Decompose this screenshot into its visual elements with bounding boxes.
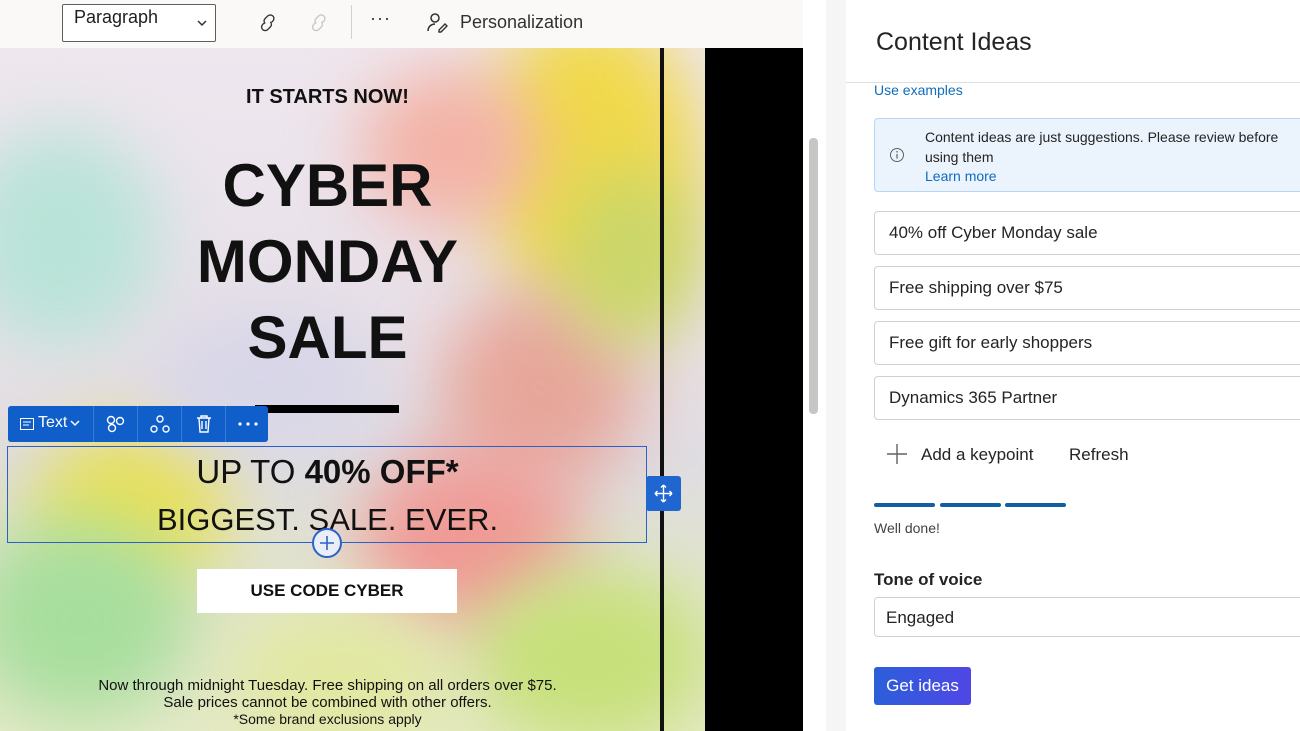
block-more-button[interactable] (225, 406, 268, 442)
progress-step-1 (874, 503, 935, 507)
info-message-text: Content ideas are just suggestions. Plea… (925, 129, 1279, 165)
personalization-button[interactable]: Personalization (460, 12, 583, 33)
keypoint-text: Free gift for early shoppers (889, 333, 1093, 352)
fine-print-line-2: Sale prices cannot be combined with othe… (163, 694, 492, 711)
paragraph-style-value: Paragraph (74, 7, 159, 27)
block-style-button[interactable] (93, 406, 137, 442)
title-underline (255, 405, 399, 413)
offer-amount: 40% OFF* (304, 453, 459, 490)
delete-block-button[interactable] (181, 406, 225, 442)
more-options-button[interactable]: ··· (370, 8, 391, 29)
offer-prefix: UP TO (196, 453, 305, 490)
text-block-toolbar: Text (8, 406, 268, 442)
tone-of-voice-select[interactable]: Engaged (874, 597, 1300, 637)
column-divider (660, 48, 664, 731)
link-icon[interactable] (255, 10, 281, 36)
get-ideas-button[interactable]: Get ideas (874, 667, 971, 705)
plus-icon (887, 444, 907, 464)
style-icon (106, 415, 125, 433)
email-editor: Paragraph ··· Personalization IT STARTS … (0, 0, 826, 731)
keypoint-input[interactable]: 40% off Cyber Monday sale (874, 211, 1300, 255)
chevron-down-icon (197, 20, 207, 27)
formatting-toolbar: Paragraph ··· Personalization (0, 0, 803, 48)
unlink-icon[interactable] (306, 10, 332, 36)
refresh-button[interactable]: Refresh (1069, 445, 1129, 465)
keypoint-input[interactable]: Free gift for early shoppers (874, 321, 1300, 365)
keypoint-text: Free shipping over $75 (889, 278, 1063, 297)
text-block-icon (20, 418, 34, 430)
add-block-button[interactable] (312, 528, 342, 558)
tone-of-voice-value: Engaged (886, 608, 955, 627)
plus-icon (320, 536, 334, 550)
promo-code-button[interactable]: USE CODE CYBER (197, 569, 457, 613)
email-title-line-2: MONDAY (196, 228, 459, 295)
more-icon (238, 422, 258, 426)
use-examples-link[interactable]: Use examples (874, 82, 963, 98)
info-icon (890, 148, 904, 162)
learn-more-link[interactable]: Learn more (925, 168, 997, 184)
email-preheader: IT STARTS NOW! (246, 86, 409, 108)
email-title-line-1: CYBER (222, 152, 433, 219)
move-block-handle[interactable] (646, 476, 681, 511)
pane-title: Content Ideas (876, 28, 1032, 56)
content-ideas-pane: Content Ideas Use examples Content ideas… (846, 0, 1300, 731)
fine-print-line-1: Now through midnight Tuesday. Free shipp… (98, 677, 557, 694)
editor-scrollbar[interactable] (809, 138, 818, 414)
personalization-icon[interactable] (426, 11, 448, 33)
move-arrows-icon (654, 484, 673, 503)
fine-print-line-3: *Some brand exclusions apply (233, 711, 422, 727)
keypoint-text: Dynamics 365 Partner (889, 388, 1058, 407)
block-type-dropdown[interactable]: Text (38, 414, 67, 432)
background-artwork (0, 48, 705, 731)
offer-headline[interactable]: UP TO 40% OFF* (0, 453, 655, 491)
pane-gutter (826, 0, 846, 731)
keypoint-input[interactable]: Dynamics 365 Partner (874, 376, 1300, 420)
keypoint-input[interactable]: Free shipping over $75 (874, 266, 1300, 310)
canvas-margin (705, 48, 803, 731)
block-group-button[interactable] (137, 406, 181, 442)
info-message-bar: Content ideas are just suggestions. Plea… (874, 118, 1300, 192)
email-title-line-3: SALE (247, 304, 408, 371)
keypoint-text: 40% off Cyber Monday sale (889, 223, 1098, 242)
group-icon (150, 415, 170, 433)
trash-icon (197, 415, 211, 433)
add-keypoint-label: Add a keypoint (921, 445, 1034, 464)
progress-message: Well done! (874, 520, 940, 536)
app-window: Paragraph ··· Personalization IT STARTS … (0, 0, 1300, 731)
progress-step-3 (1005, 503, 1066, 507)
paragraph-style-select[interactable]: Paragraph (62, 4, 216, 42)
chevron-down-icon (70, 420, 80, 427)
tone-of-voice-label: Tone of voice (874, 570, 983, 589)
progress-step-2 (940, 503, 1001, 507)
toolbar-divider (351, 5, 352, 39)
email-canvas: IT STARTS NOW! CYBER MONDAY SALE Text UP… (0, 48, 803, 731)
